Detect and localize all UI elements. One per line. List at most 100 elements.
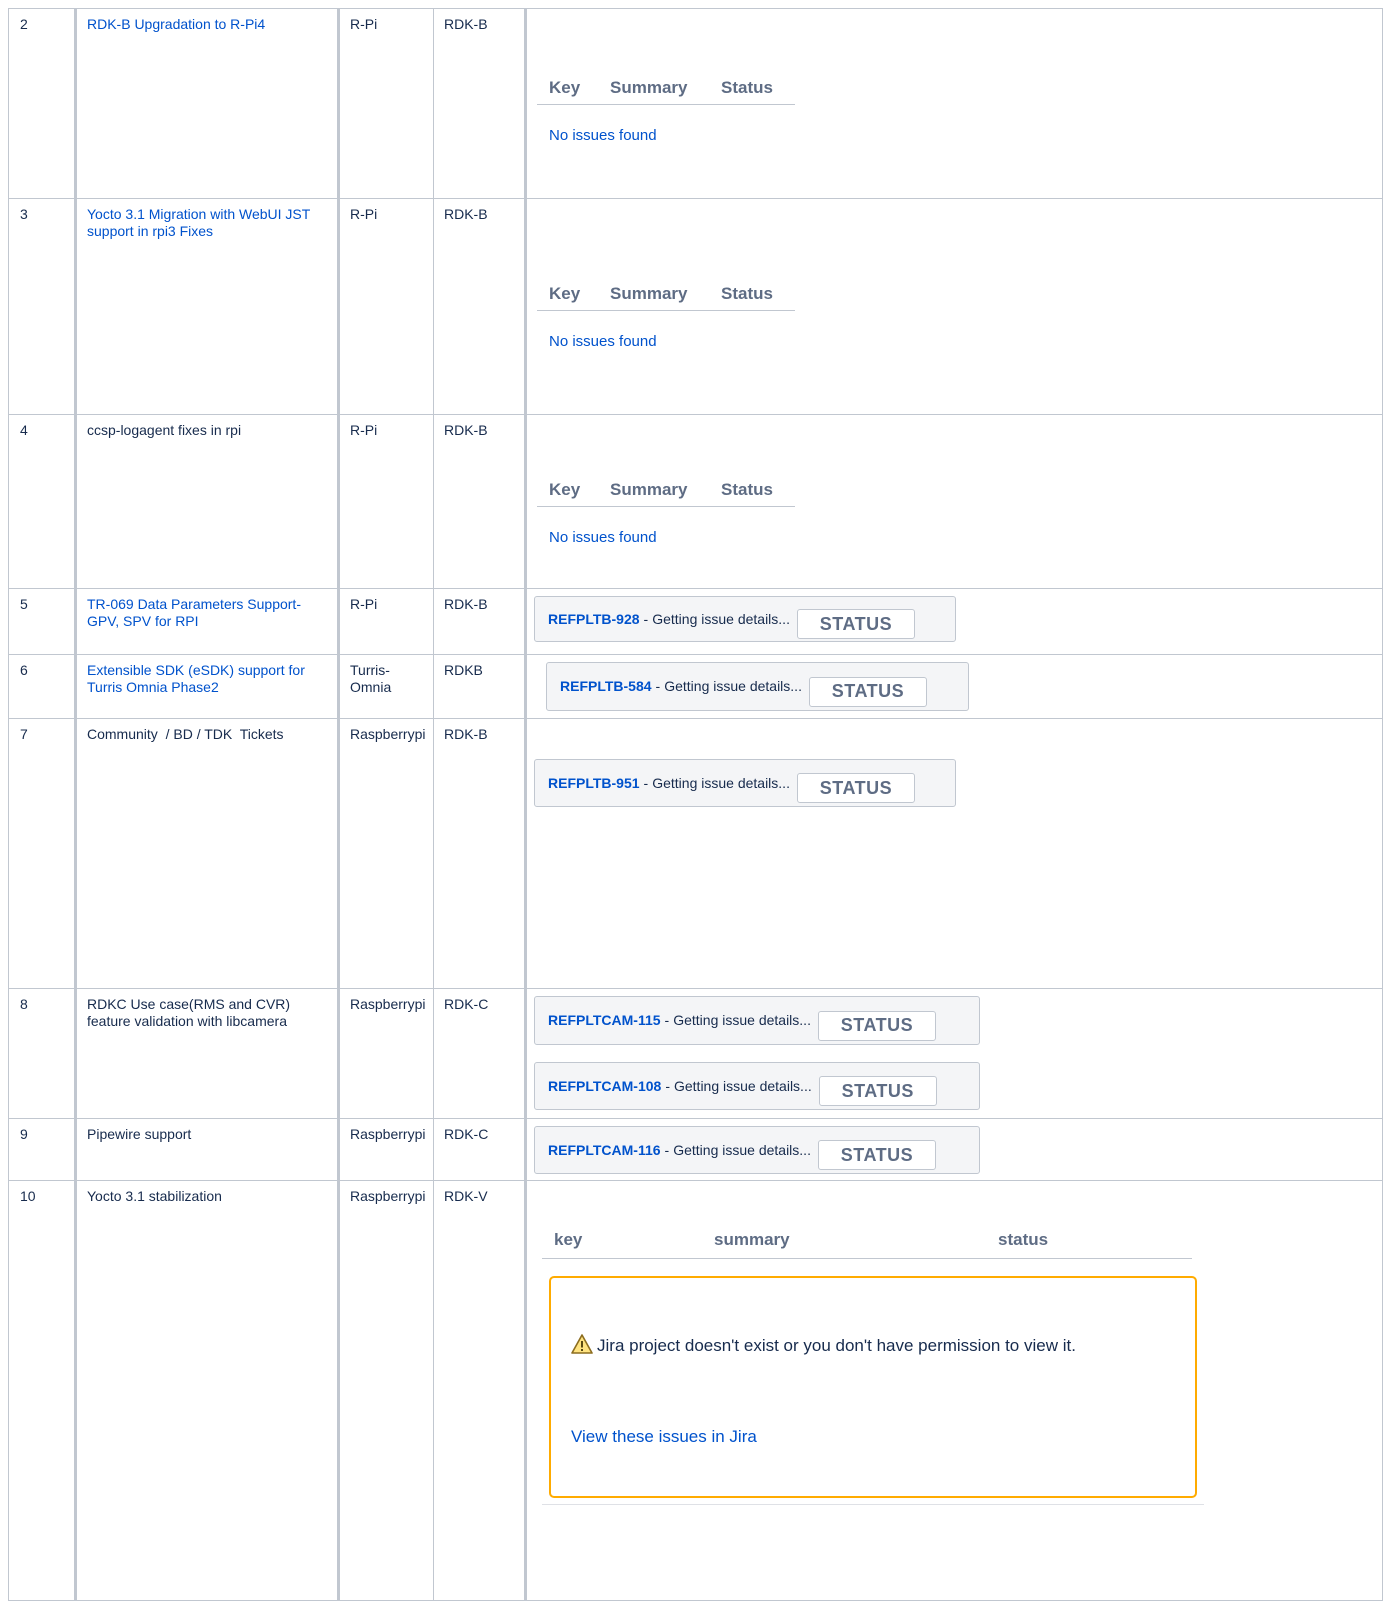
row-number: 5 (8, 588, 77, 655)
table-row: 10 Yocto 3.1 stabilization Raspberrypi R… (8, 1180, 1383, 1601)
feature-cell: Yocto 3.1 Migration with WebUI JST suppo… (75, 198, 340, 415)
feature-link[interactable]: TR-069 Data Parameters Support-GPV, SPV … (87, 596, 301, 629)
view-in-jira-link[interactable]: View these issues in Jira (571, 1428, 757, 1445)
jira-issues-table: Key Summary Status No issues found (537, 70, 795, 144)
feature-cell: Community / BD / TDK Tickets (75, 718, 340, 989)
jira-issues-table: Key Summary Status No issues found (537, 276, 795, 350)
feature-link[interactable]: Yocto 3.1 Migration with WebUI JST suppo… (87, 206, 310, 239)
col-summary[interactable]: summary (714, 1231, 998, 1248)
row-number: 8 (8, 988, 77, 1119)
status-badge: STATUS (817, 1010, 936, 1041)
jira-table-header: Key Summary Status (537, 472, 795, 507)
no-issues-message: No issues found (549, 529, 657, 546)
feature-cell: RDKC Use case(RMS and CVR) feature valid… (75, 988, 340, 1119)
feature-cell: TR-069 Data Parameters Support-GPV, SPV … (75, 588, 340, 655)
col-summary[interactable]: Summary (610, 481, 721, 498)
platform-cell: RDK-B (433, 414, 527, 589)
issue-key-link[interactable]: REFPLTCAM-115 (548, 1012, 661, 1029)
row-number: 10 (8, 1180, 77, 1601)
error-text: Jira project doesn't exist or you don't … (597, 1336, 1076, 1355)
platform-cell: RDK-B (433, 718, 527, 989)
jira-cell: REFPLTCAM-115 - Getting issue details...… (525, 988, 1383, 1119)
jira-cell: Key Summary Status No issues found (525, 8, 1383, 199)
status-badge: STATUS (808, 676, 927, 707)
feature-cell: RDK-B Upgradation to R-Pi4 (75, 8, 340, 199)
device-cell: R-Pi (338, 198, 434, 415)
col-status[interactable]: Status (721, 79, 773, 96)
issue-detail: Getting issue details... (664, 678, 802, 694)
jira-table-header: key summary status (542, 1221, 1192, 1259)
feature-cell: ccsp-logagent fixes in rpi (75, 414, 340, 589)
row-number: 2 (8, 8, 77, 199)
no-issues-message: No issues found (549, 333, 657, 350)
issue-key-link[interactable]: REFPLTCAM-108 (548, 1078, 661, 1095)
issue-key-link[interactable]: REFPLTCAM-116 (548, 1142, 661, 1159)
issue-detail: Getting issue details... (652, 774, 790, 791)
status-badge: STATUS (796, 773, 915, 803)
jira-cell: REFPLTB-584 - Getting issue details... S… (525, 654, 1383, 719)
feature-link[interactable]: RDK-B Upgradation to R-Pi4 (87, 16, 265, 32)
platform-cell: RDK-B (433, 8, 527, 199)
issue-key-link[interactable]: REFPLTB-584 (560, 678, 652, 695)
jira-cell: REFPLTCAM-116 - Getting issue details...… (525, 1118, 1383, 1181)
table-row: 4 ccsp-logagent fixes in rpi R-Pi RDK-B … (8, 414, 1383, 589)
col-status[interactable]: Status (721, 285, 773, 302)
jira-table-header: Key Summary Status (537, 276, 795, 311)
jira-cell: REFPLTB-928 - Getting issue details... S… (525, 588, 1383, 655)
issue-key-link[interactable]: REFPLTB-928 (548, 611, 640, 628)
jira-cell: REFPLTB-951 - Getting issue details... S… (525, 718, 1383, 989)
table-row: 6 Extensible SDK (eSDK) support for Turr… (8, 654, 1383, 719)
table-row: 3 Yocto 3.1 Migration with WebUI JST sup… (8, 198, 1383, 415)
jira-error-message: Jira project doesn't exist or you don't … (549, 1276, 1197, 1498)
device-cell: R-Pi (338, 8, 434, 199)
row-number: 3 (8, 198, 77, 415)
platform-cell: RDK-C (433, 988, 527, 1119)
device-cell: R-Pi (338, 414, 434, 589)
status-badge: STATUS (817, 1140, 936, 1170)
feature-cell: Yocto 3.1 stabilization (75, 1180, 340, 1601)
feature-cell: Extensible SDK (eSDK) support for Turris… (75, 654, 340, 719)
device-cell: Raspberrypi (338, 1118, 434, 1181)
status-badge: STATUS (818, 1076, 937, 1106)
issue-detail: Getting issue details... (673, 1012, 811, 1028)
row-number: 7 (8, 718, 77, 989)
device-cell: Raspberrypi (338, 718, 434, 989)
jira-cell: key summary status Jira project doesn't … (525, 1180, 1383, 1601)
issue-key-link[interactable]: REFPLTB-951 (548, 775, 640, 792)
col-key[interactable]: Key (549, 285, 610, 302)
jira-table-header: Key Summary Status (537, 70, 795, 105)
roadmap-table: 2 RDK-B Upgradation to R-Pi4 R-Pi RDK-B … (8, 8, 1383, 1601)
col-status[interactable]: status (998, 1231, 1048, 1248)
jira-cell: Key Summary Status No issues found (525, 414, 1383, 589)
platform-cell: RDKB (433, 654, 527, 719)
col-summary[interactable]: Summary (610, 285, 721, 302)
no-issues-message: No issues found (549, 127, 657, 144)
device-cell: Turris-Omnia (338, 654, 434, 719)
jira-issue-macro: REFPLTCAM-115 - Getting issue details...… (534, 996, 980, 1045)
table-row: 5 TR-069 Data Parameters Support-GPV, SP… (8, 588, 1383, 655)
jira-cell: Key Summary Status No issues found (525, 198, 1383, 415)
issue-detail: Getting issue details... (652, 610, 790, 627)
jira-issue-macro: REFPLTB-928 - Getting issue details... S… (534, 596, 956, 642)
table-row: 9 Pipewire support Raspberrypi RDK-C REF… (8, 1118, 1383, 1181)
platform-cell: RDK-V (433, 1180, 527, 1601)
device-cell: Raspberrypi (338, 1180, 434, 1601)
platform-cell: RDK-C (433, 1118, 527, 1181)
jira-issue-macro: REFPLTB-584 - Getting issue details... S… (546, 662, 969, 711)
jira-issue-macro: REFPLTB-951 - Getting issue details... S… (534, 759, 956, 807)
col-key[interactable]: Key (549, 481, 610, 498)
col-key[interactable]: Key (549, 79, 610, 96)
table-row: 8 RDKC Use case(RMS and CVR) feature val… (8, 988, 1383, 1119)
col-summary[interactable]: Summary (610, 79, 721, 96)
row-number: 4 (8, 414, 77, 589)
jira-issues-table: Key Summary Status No issues found (537, 472, 795, 546)
col-status[interactable]: Status (721, 481, 773, 498)
device-cell: R-Pi (338, 588, 434, 655)
platform-cell: RDK-B (433, 588, 527, 655)
warning-triangle-icon (571, 1333, 593, 1365)
feature-link[interactable]: Extensible SDK (eSDK) support for Turris… (87, 662, 305, 695)
row-number: 9 (8, 1118, 77, 1181)
col-key[interactable]: key (554, 1231, 714, 1248)
jira-issues-table: key summary status (542, 1221, 1192, 1259)
device-cell: Raspberrypi (338, 988, 434, 1119)
